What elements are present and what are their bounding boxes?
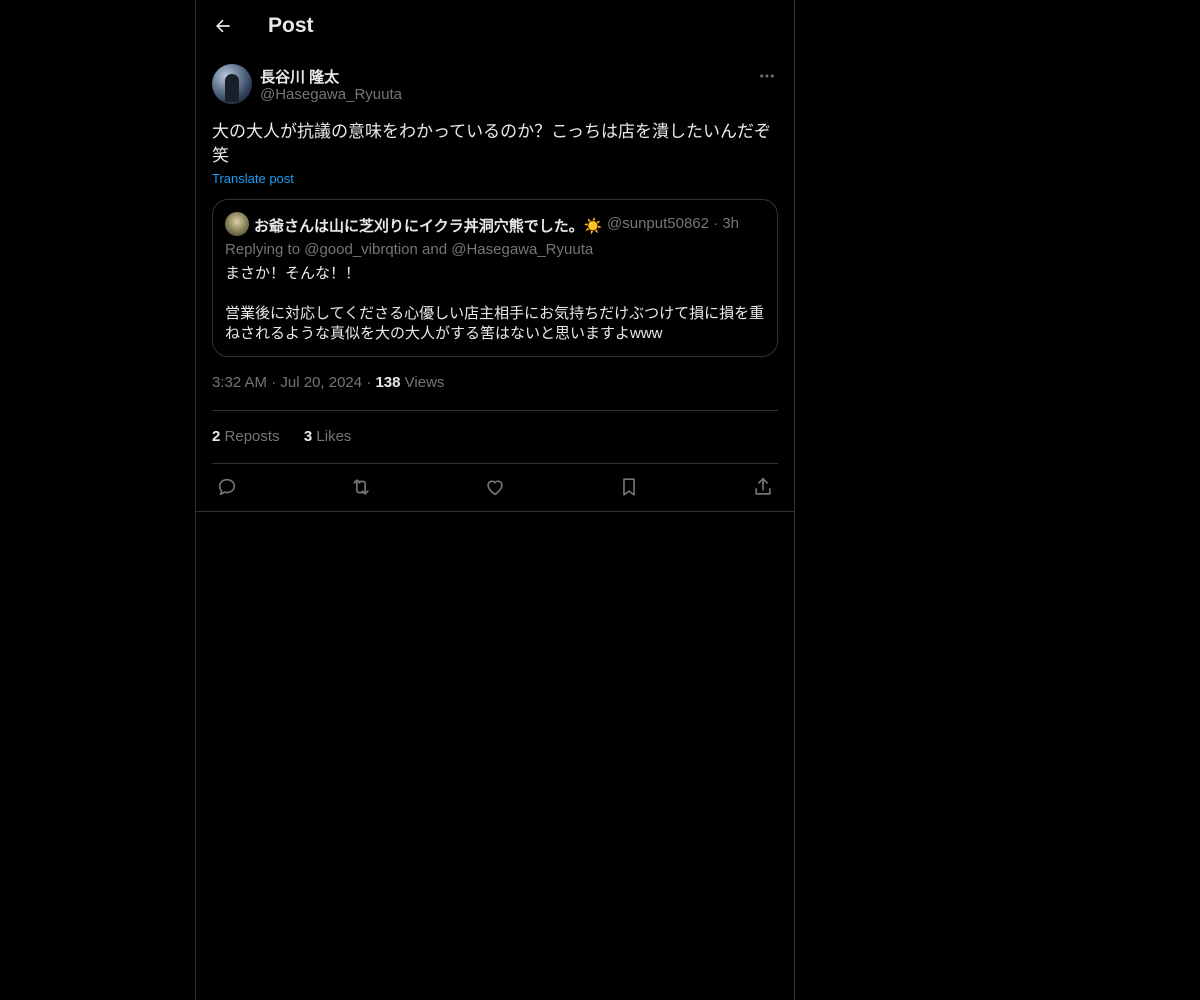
repost-icon [353,479,369,495]
post-bottom-border [196,511,794,512]
reply-button[interactable] [212,475,242,499]
author-name[interactable]: 長谷川 隆太 [260,66,339,87]
post-meta: 3:32 AM · Jul 20, 2024 · 138 Views [212,374,444,391]
page-title: Post [268,14,314,37]
separator-dot: · [271,374,281,391]
bookmark-button[interactable] [614,475,644,499]
arrow-left-icon [216,19,230,33]
share-icon [755,477,771,495]
back-button[interactable] [210,13,236,39]
engagement-stats: 2 Reposts 3 Likes [212,428,351,445]
main-column: Post 長谷川 隆太 @Hasegawa_Ryuuta 大の大人が抗議の意味を… [195,0,795,1000]
action-bar [212,475,778,499]
replying-mention-1[interactable]: @good_vibrqtion [304,241,418,258]
share-button[interactable] [748,475,778,499]
quoted-author-name[interactable]: お爺さんは山に芝刈りにイクラ丼洞穴熊でした。☀️ [254,215,602,236]
quoted-text-line: 営業後に対応してくださる心優しい店主相手にお気持ちだけぶつけて損に損を重 [225,305,765,322]
views-count: 138 [375,374,401,391]
divider [212,463,778,464]
more-horizontal-icon [760,74,774,78]
like-button[interactable] [480,475,510,499]
reply-icon [218,478,236,496]
author-avatar[interactable] [212,64,252,104]
divider [212,410,778,411]
likes-label: Likes [316,428,352,445]
likes-count: 3 [303,428,313,445]
quoted-text-line: ねされるような真似を大の大人がする筈はないと思いますよwww [225,325,663,342]
reposts-count: 2 [212,428,221,445]
separator-dot: · [713,215,723,232]
repost-button[interactable] [346,475,376,499]
quoted-text-line: まさか！そんな！！ [225,265,361,282]
quoted-author-handle[interactable]: @sunput50862 [607,215,709,232]
bookmark-icon [623,478,635,496]
post-text: 大の大人が抗議の意味をわかっているのか？こっちは店を潰したいんだぞ笑 [212,122,771,165]
more-options-button[interactable] [756,66,778,86]
replying-mention-2[interactable]: @Hasegawa_Ryuuta [451,241,593,258]
views-label: Views [404,374,445,391]
replying-prefix: Replying to [225,241,305,258]
post-time[interactable]: 3:32 AM [212,374,267,391]
translate-post-link[interactable]: Translate post [212,171,294,186]
quoted-time[interactable]: 3h [722,215,739,232]
post-date[interactable]: Jul 20, 2024 [280,374,362,391]
quoted-post[interactable]: お爺さんは山に芝刈りにイクラ丼洞穴熊でした。☀️ @sunput50862 · … [212,199,778,357]
quoted-meta: @sunput50862 · 3h [607,215,739,232]
reposts-label: Reposts [224,428,280,445]
replying-and: and [417,241,452,258]
replying-to: Replying to @good_vibrqtion and @Hasegaw… [225,241,593,258]
heart-icon [487,480,503,496]
reposts-stat[interactable]: 2 Reposts [212,428,280,445]
likes-stat[interactable]: 3 Likes [304,428,352,445]
page-header: Post [196,0,794,53]
quoted-author-avatar[interactable] [225,212,249,236]
author-handle[interactable]: @Hasegawa_Ryuuta [260,86,402,103]
